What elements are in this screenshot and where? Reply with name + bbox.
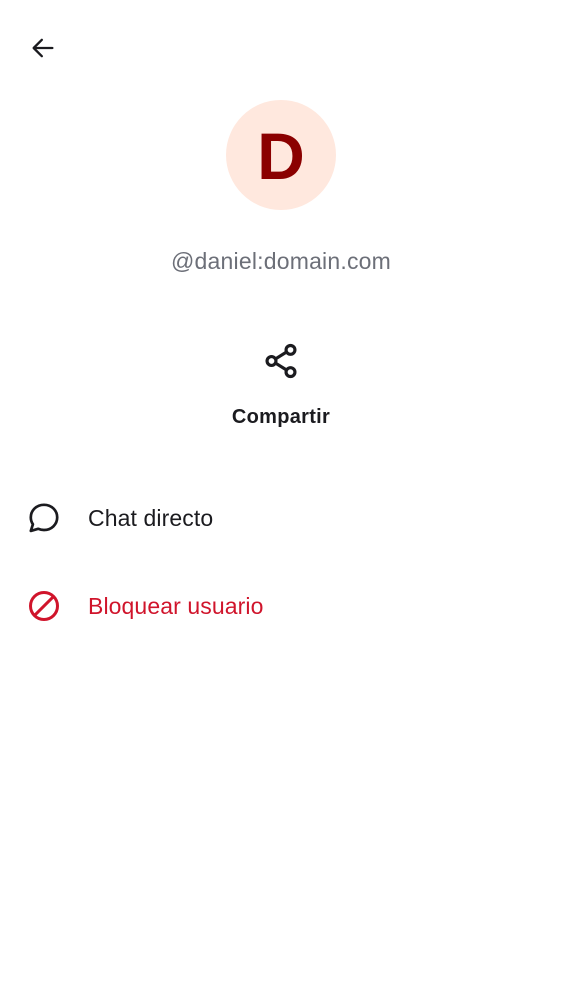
user-id-text: @daniel:domain.com xyxy=(171,248,391,274)
share-label: Compartir xyxy=(231,406,331,428)
block-icon xyxy=(26,588,62,624)
user-profile-screen: D @daniel:domain.com Compartir Chat dire… xyxy=(0,0,562,1000)
avatar: D xyxy=(226,100,336,210)
avatar-initial: D xyxy=(257,119,305,193)
share-icon xyxy=(262,342,300,380)
chat-bubble-icon xyxy=(26,500,62,536)
arrow-left-icon xyxy=(29,34,57,67)
direct-chat-label: Chat directo xyxy=(88,504,214,531)
block-user-label: Bloquear usuario xyxy=(88,592,264,619)
back-button[interactable] xyxy=(18,26,68,74)
share-button[interactable]: Compartir xyxy=(206,336,356,440)
block-user-item[interactable]: Bloquear usuario xyxy=(0,562,562,650)
direct-chat-item[interactable]: Chat directo xyxy=(0,474,562,562)
profile-menu: Chat directo Bloquear usuario xyxy=(0,474,562,650)
